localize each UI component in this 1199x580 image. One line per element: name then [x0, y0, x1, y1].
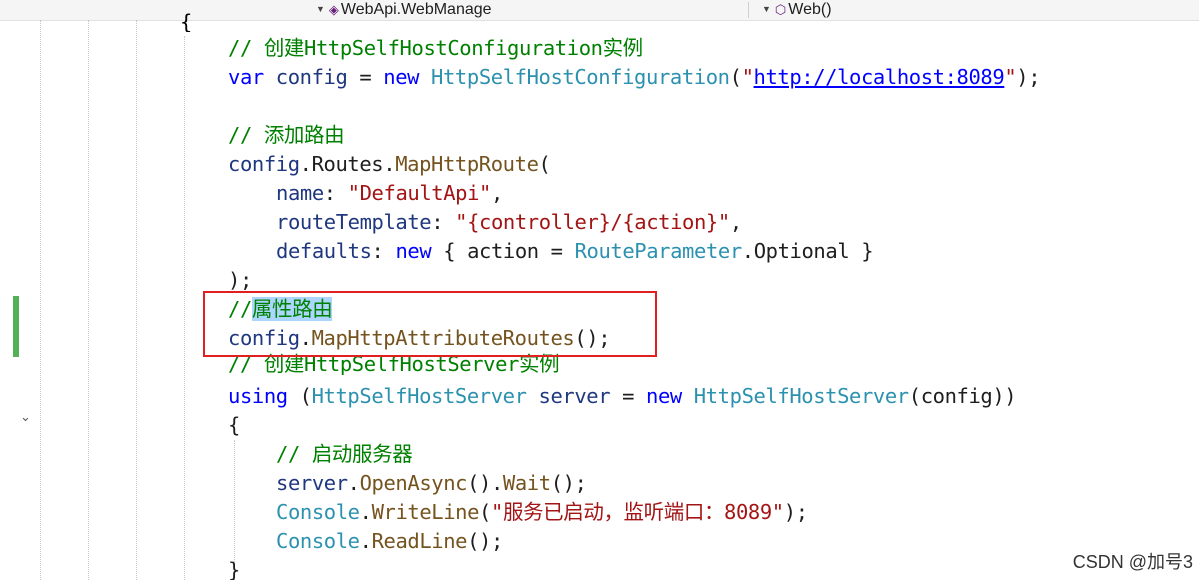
dropdown-caret-icon: ▼ — [316, 4, 325, 14]
keyword: new — [383, 65, 420, 89]
code-line-param-name[interactable]: name: "DefaultApi", — [276, 179, 503, 208]
collapse-chevron-icon[interactable]: ⌄ — [20, 410, 31, 425]
code-line-comment-start[interactable]: // 启动服务器 — [276, 440, 413, 469]
class-dropdown-label: WebApi.WebManage — [340, 1, 492, 18]
code-line-param-template[interactable]: routeTemplate: "{controller}/{action}", — [276, 208, 742, 237]
brace: { — [228, 413, 240, 437]
variable: server — [538, 384, 611, 408]
brace: { — [180, 12, 192, 32]
url-link[interactable]: http://localhost:8089 — [754, 65, 1005, 89]
punct: ); — [783, 500, 808, 524]
method-name: OpenAsync — [359, 471, 468, 495]
type-name: RouteParameter — [574, 239, 743, 263]
code-line-using[interactable]: using (HttpSelfHostServer server = new H… — [228, 382, 1017, 411]
member-dropdown-label: Web() — [788, 1, 832, 18]
punct: ( — [287, 384, 312, 408]
string: "DefaultApi" — [347, 181, 492, 205]
comment: // 添加路由 — [228, 123, 345, 147]
type-name: HttpSelfHostConfiguration — [431, 65, 730, 89]
string: "{controller}/{action}" — [455, 210, 730, 234]
comment: // 创建HttpSelfHostConfiguration实例 — [228, 36, 643, 60]
punct: ( — [538, 152, 551, 176]
editor-gutter: ⌄ — [0, 21, 40, 580]
member-access: .Routes. — [299, 152, 396, 176]
string: " — [1004, 65, 1017, 89]
dropdown-caret-icon: ▼ — [762, 4, 771, 14]
member-access: . — [347, 471, 360, 495]
variable: config — [228, 152, 300, 176]
method-name: WriteLine — [371, 500, 480, 524]
code-line-var-config[interactable]: var config = new HttpSelfHostConfigurati… — [228, 63, 1041, 92]
annotation-highlight-box — [203, 291, 657, 357]
code-line-open-async[interactable]: server.OpenAsync().Wait(); — [276, 469, 587, 498]
class-icon: ◈ — [328, 2, 339, 17]
operator: = — [610, 384, 647, 408]
punct: , — [729, 210, 742, 234]
type-name: HttpSelfHostServer — [311, 384, 527, 408]
punct: ( — [729, 65, 742, 89]
anon-object: { action = — [431, 239, 575, 263]
punct: ( — [479, 500, 491, 524]
method-name: Wait — [502, 471, 551, 495]
dropdown-separator — [748, 2, 749, 18]
method-cube-icon: ⬡ — [774, 2, 787, 17]
method-name: MapHttpRoute — [395, 152, 539, 176]
member-dropdown[interactable]: ▼ ⬡ Web() — [762, 0, 832, 20]
brace: } — [228, 558, 240, 580]
indent-guide — [184, 36, 185, 580]
code-line-open-brace[interactable]: { — [228, 411, 240, 440]
type-name: HttpSelfHostServer — [693, 384, 909, 408]
watermark: CSDN @加号3 — [1072, 548, 1193, 574]
parameter: routeTemplate — [276, 210, 432, 234]
code-line-close-brace[interactable]: } — [228, 556, 240, 580]
code-line-writeline[interactable]: Console.WriteLine("服务已启动，监听端口：8089"); — [276, 498, 808, 527]
member-access: . — [359, 529, 372, 553]
comment: // 启动服务器 — [276, 442, 413, 466]
variable: config — [275, 65, 348, 89]
punct: : — [431, 210, 456, 234]
punct: : — [323, 181, 348, 205]
keyword: var — [228, 65, 264, 89]
code-line-readline[interactable]: Console.ReadLine(); — [276, 527, 503, 556]
type-name: Console — [276, 500, 360, 524]
method-name: ReadLine — [371, 529, 468, 553]
parameter: defaults — [276, 239, 372, 263]
member-access: . — [359, 500, 372, 524]
punct: : — [371, 239, 396, 263]
member-access: .Optional } — [741, 239, 874, 263]
string: " — [741, 65, 754, 89]
change-indicator — [13, 296, 19, 357]
class-dropdown[interactable]: ▼ ◈ WebApi.WebManage — [316, 0, 492, 20]
variable: server — [276, 471, 348, 495]
code-line-comment-route[interactable]: // 添加路由 — [228, 121, 345, 150]
punct: (config)) — [908, 384, 1017, 408]
keyword: new — [646, 384, 682, 408]
string: "服务已启动，监听端口：8089" — [491, 500, 784, 524]
punct: ); — [1016, 65, 1041, 89]
code-line-maproute[interactable]: config.Routes.MapHttpRoute( — [228, 150, 551, 179]
indent-guide — [88, 20, 89, 580]
punct: ); — [228, 268, 252, 292]
code-line-comment-config[interactable]: // 创建HttpSelfHostConfiguration实例 — [228, 34, 643, 63]
indent-guide — [40, 20, 41, 580]
punct: (). — [467, 471, 503, 495]
operator: = — [347, 65, 384, 89]
punct: (); — [467, 529, 503, 553]
indent-guide — [136, 20, 137, 580]
keyword: using — [228, 384, 288, 408]
parameter: name — [276, 181, 324, 205]
code-line-brace-top[interactable]: { — [180, 12, 192, 32]
code-line-param-defaults[interactable]: defaults: new { action = RouteParameter.… — [276, 237, 874, 266]
type-name: Console — [276, 529, 360, 553]
keyword: new — [395, 239, 432, 263]
punct: , — [490, 181, 503, 205]
punct: (); — [550, 471, 587, 495]
